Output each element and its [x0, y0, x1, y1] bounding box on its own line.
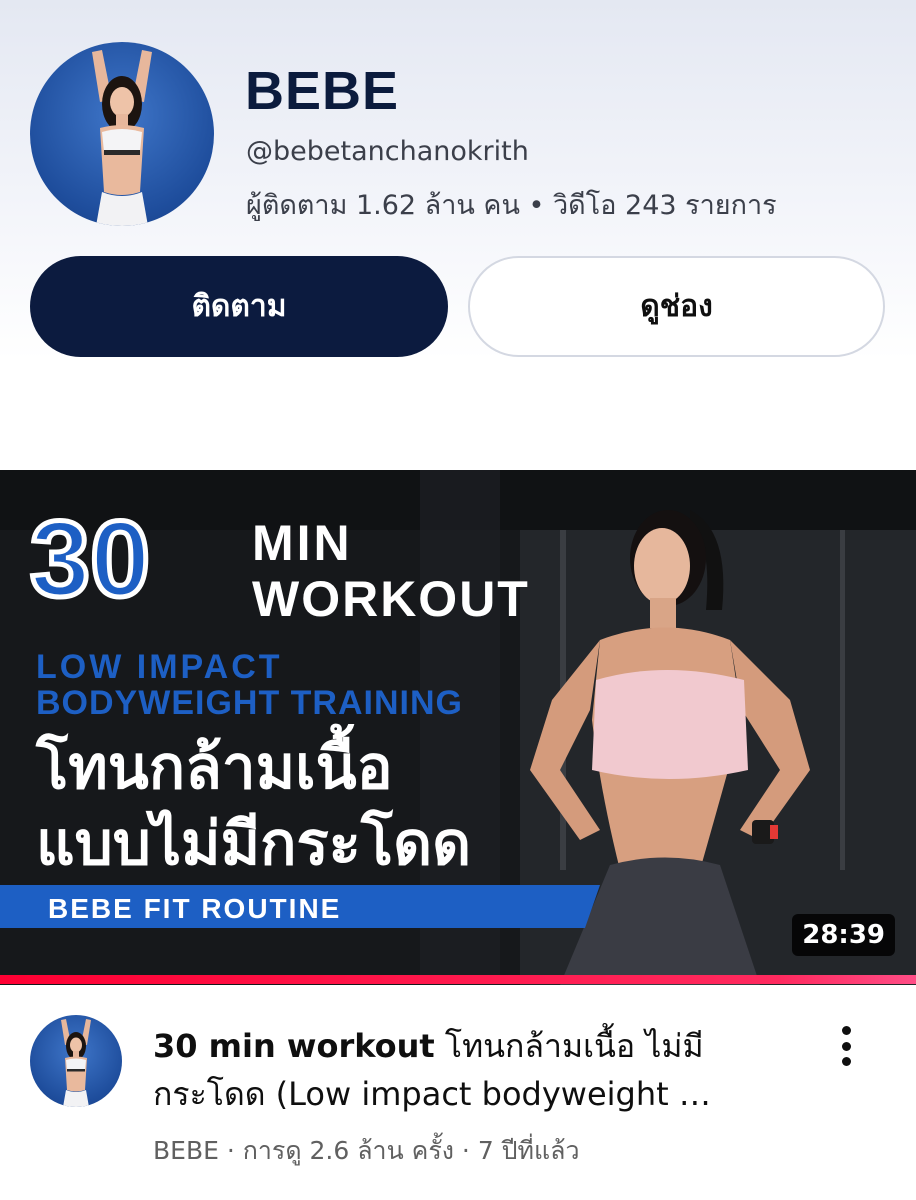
watch-progress-bar	[0, 975, 916, 984]
channel-stats: ผู้ติดตาม 1.62 ล้าน คน • วิดีโอ 243 รายก…	[246, 190, 777, 221]
thumbnail-thai-line-2: แบบไม่มีกระโดด	[36, 808, 471, 879]
video-title-english: 30 min workout	[153, 1027, 435, 1065]
vertical-ellipsis-icon	[841, 1026, 851, 1035]
view-channel-button[interactable]: ดูช่อง	[468, 256, 885, 357]
thumbnail-artwork: 30 MIN WORKOUT LOW IMPACT BODYWEIGHT TRA…	[0, 470, 916, 985]
channel-name: BEBE	[245, 61, 400, 121]
vertical-ellipsis-dot	[841, 1041, 851, 1051]
avatar-person-illustration	[92, 50, 152, 226]
subscribe-button[interactable]: ติดตาม	[30, 256, 448, 357]
thumbnail-workout-text: WORKOUT	[252, 571, 530, 627]
channel-header: BEBE @bebetanchanokrith ผู้ติดตาม 1.62 ล…	[0, 0, 916, 400]
video-channel-avatar[interactable]	[30, 1015, 122, 1107]
thumbnail-min-text: MIN	[252, 515, 353, 571]
thumbnail-number: 30	[30, 498, 150, 619]
thumbnail-thai-line-1: โทนกล้ามเนื้อ	[35, 723, 393, 803]
duration-badge: 28:39	[792, 914, 895, 956]
avatar-person-illustration	[61, 1019, 91, 1107]
thumbnail-bodyweight-text: BODYWEIGHT TRAINING	[36, 684, 463, 722]
video-metadata: BEBE · การดู 2.6 ล้าน ครั้ง · 7 ปีที่แล้…	[153, 1136, 580, 1165]
channel-avatar[interactable]	[30, 42, 214, 226]
video-title[interactable]: 30 min workout โทนกล้ามเนื้อ ไม่มี กระโด…	[153, 1022, 793, 1118]
vertical-ellipsis-dot	[841, 1057, 851, 1066]
watch-progress-fill	[0, 975, 916, 984]
channel-handle: @bebetanchanokrith	[246, 136, 529, 167]
more-options-button[interactable]	[826, 1020, 866, 1072]
video-title-thai: โทนกล้ามเนื้อ ไม่มี	[434, 1027, 704, 1065]
video-thumbnail[interactable]: 30 MIN WORKOUT LOW IMPACT BODYWEIGHT TRA…	[0, 470, 916, 985]
subscribe-button-label: ติดตาม	[191, 289, 287, 324]
video-title-line-2: กระโดด (Low impact bodyweight …	[153, 1075, 711, 1113]
thumbnail-low-impact-text: LOW IMPACT	[36, 648, 283, 686]
view-channel-button-label: ดูช่อง	[640, 289, 713, 324]
thumbnail-banner-text: BEBE FIT ROUTINE	[48, 893, 341, 924]
